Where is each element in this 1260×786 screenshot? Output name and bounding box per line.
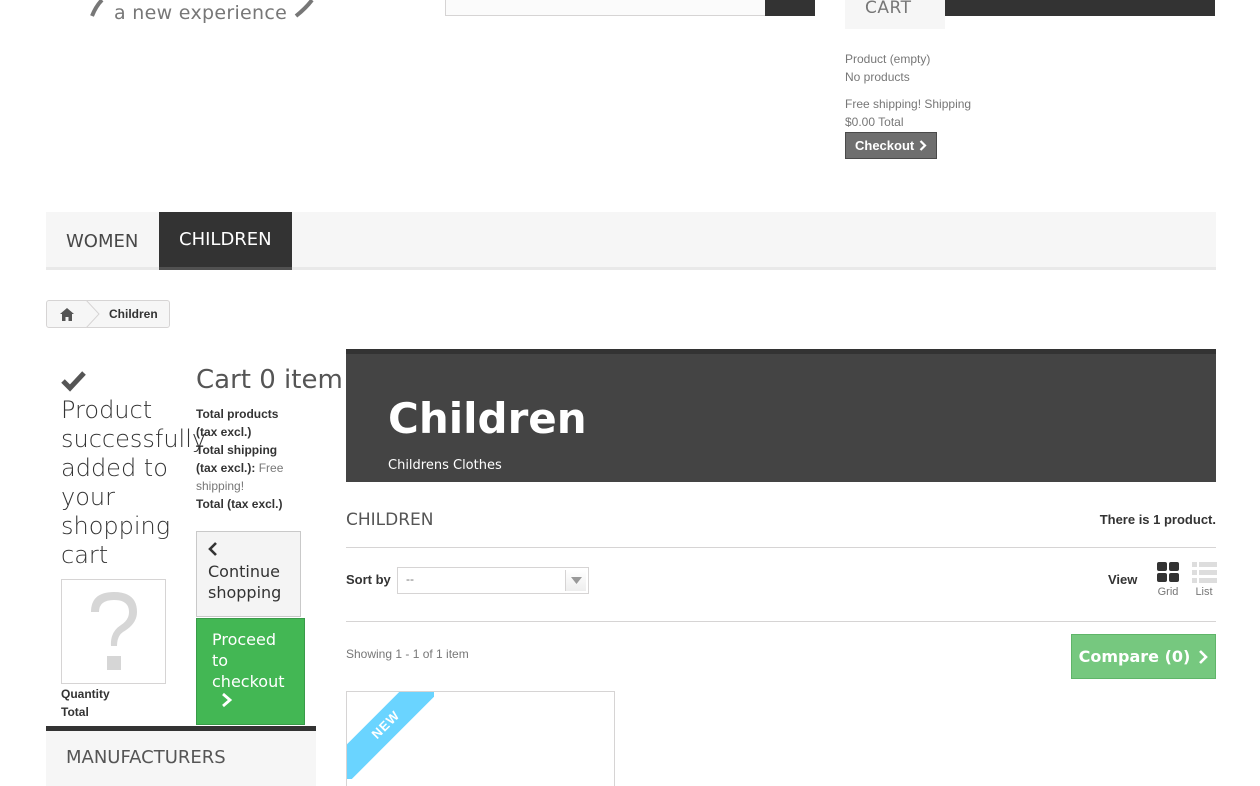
layer-product-totals: Quantity Total	[61, 685, 110, 721]
divider	[346, 547, 1216, 548]
chevron-right-icon	[222, 692, 233, 708]
cart-no-products: No products	[845, 70, 910, 84]
cart-summary: Total products (tax excl.) Total shippin…	[196, 405, 300, 513]
breadcrumb-separator-icon	[86, 300, 100, 328]
compare-label: Compare (0)	[1078, 647, 1191, 666]
chevron-left-icon	[208, 542, 217, 556]
sort-dropdown-arrow[interactable]	[565, 570, 586, 591]
product-placeholder-image	[61, 579, 166, 684]
view-list-button[interactable]: List	[1190, 562, 1218, 598]
menu-item-children[interactable]: CHILDREN	[159, 212, 292, 270]
page-heading: CHILDREN	[346, 510, 434, 530]
chevron-right-icon	[919, 140, 927, 151]
cart-dropdown: Product (empty) No products Free shippin…	[845, 50, 971, 159]
cart-product-line: Product (empty)	[845, 52, 931, 66]
search-input[interactable]	[445, 0, 767, 16]
total-tax-excl-label: Total (tax excl.)	[196, 497, 283, 511]
breadcrumb-home[interactable]	[47, 301, 87, 327]
view-label: View	[1108, 572, 1138, 587]
quantity-label: Quantity	[61, 687, 110, 701]
total-products-label: Total products (tax excl.)	[196, 407, 279, 439]
total-label: Total	[61, 705, 89, 719]
proceed-to-checkout-button[interactable]: Proceed to checkout	[196, 618, 305, 725]
cart-summary-bar[interactable]	[945, 0, 1215, 16]
cart-shipping-line: Free shipping! Shipping	[845, 97, 972, 111]
sort-select[interactable]: --	[397, 567, 589, 594]
cart-tab[interactable]: CART	[845, 0, 945, 29]
top-menu: WOMEN CHILDREN	[46, 212, 1216, 270]
view-list-label: List	[1195, 586, 1213, 598]
logo-tagline: a new experience	[114, 2, 288, 24]
cart-tab-label: CART	[865, 0, 912, 18]
product-count: There is 1 product.	[1099, 512, 1216, 527]
chevron-down-icon	[570, 577, 582, 584]
menu-item-women[interactable]: WOMEN	[46, 212, 158, 270]
category-name: Children	[388, 394, 587, 443]
new-badge: NEW	[347, 692, 434, 779]
continue-shopping-label: Continue shopping	[208, 562, 282, 602]
list-icon	[1191, 562, 1217, 583]
home-icon	[59, 307, 74, 321]
checkout-label: Checkout	[855, 137, 915, 153]
category-banner: Children Childrens Clothes	[346, 349, 1216, 482]
category-description: Childrens Clothes	[388, 458, 502, 473]
product-card[interactable]: NEW	[346, 691, 615, 786]
sort-select-value: --	[406, 572, 414, 586]
compare-button[interactable]: Compare (0)	[1071, 634, 1216, 679]
view-grid-button[interactable]: Grid	[1152, 562, 1184, 598]
continue-shopping-button[interactable]: Continue shopping	[196, 531, 301, 617]
checkout-button[interactable]: Checkout	[845, 132, 938, 159]
sort-label: Sort by	[346, 572, 391, 587]
grid-icon	[1156, 562, 1179, 582]
manufacturers-block-title[interactable]: MANUFACTURERS	[46, 726, 316, 786]
new-badge-label: NEW	[347, 692, 434, 779]
cart-total-line: $0.00 Total	[845, 115, 904, 129]
checkmark-icon	[61, 371, 86, 392]
search-button[interactable]	[765, 0, 815, 16]
proceed-label: Proceed to checkout	[212, 630, 285, 691]
view-grid-label: Grid	[1157, 586, 1179, 598]
cart-title: Cart 0 item	[196, 365, 343, 395]
showing-count: Showing 1 - 1 of 1 item	[346, 647, 469, 661]
divider	[346, 621, 1216, 622]
question-mark-icon	[90, 591, 137, 670]
chevron-right-icon	[1199, 649, 1209, 664]
breadcrumb: Children	[46, 300, 170, 328]
